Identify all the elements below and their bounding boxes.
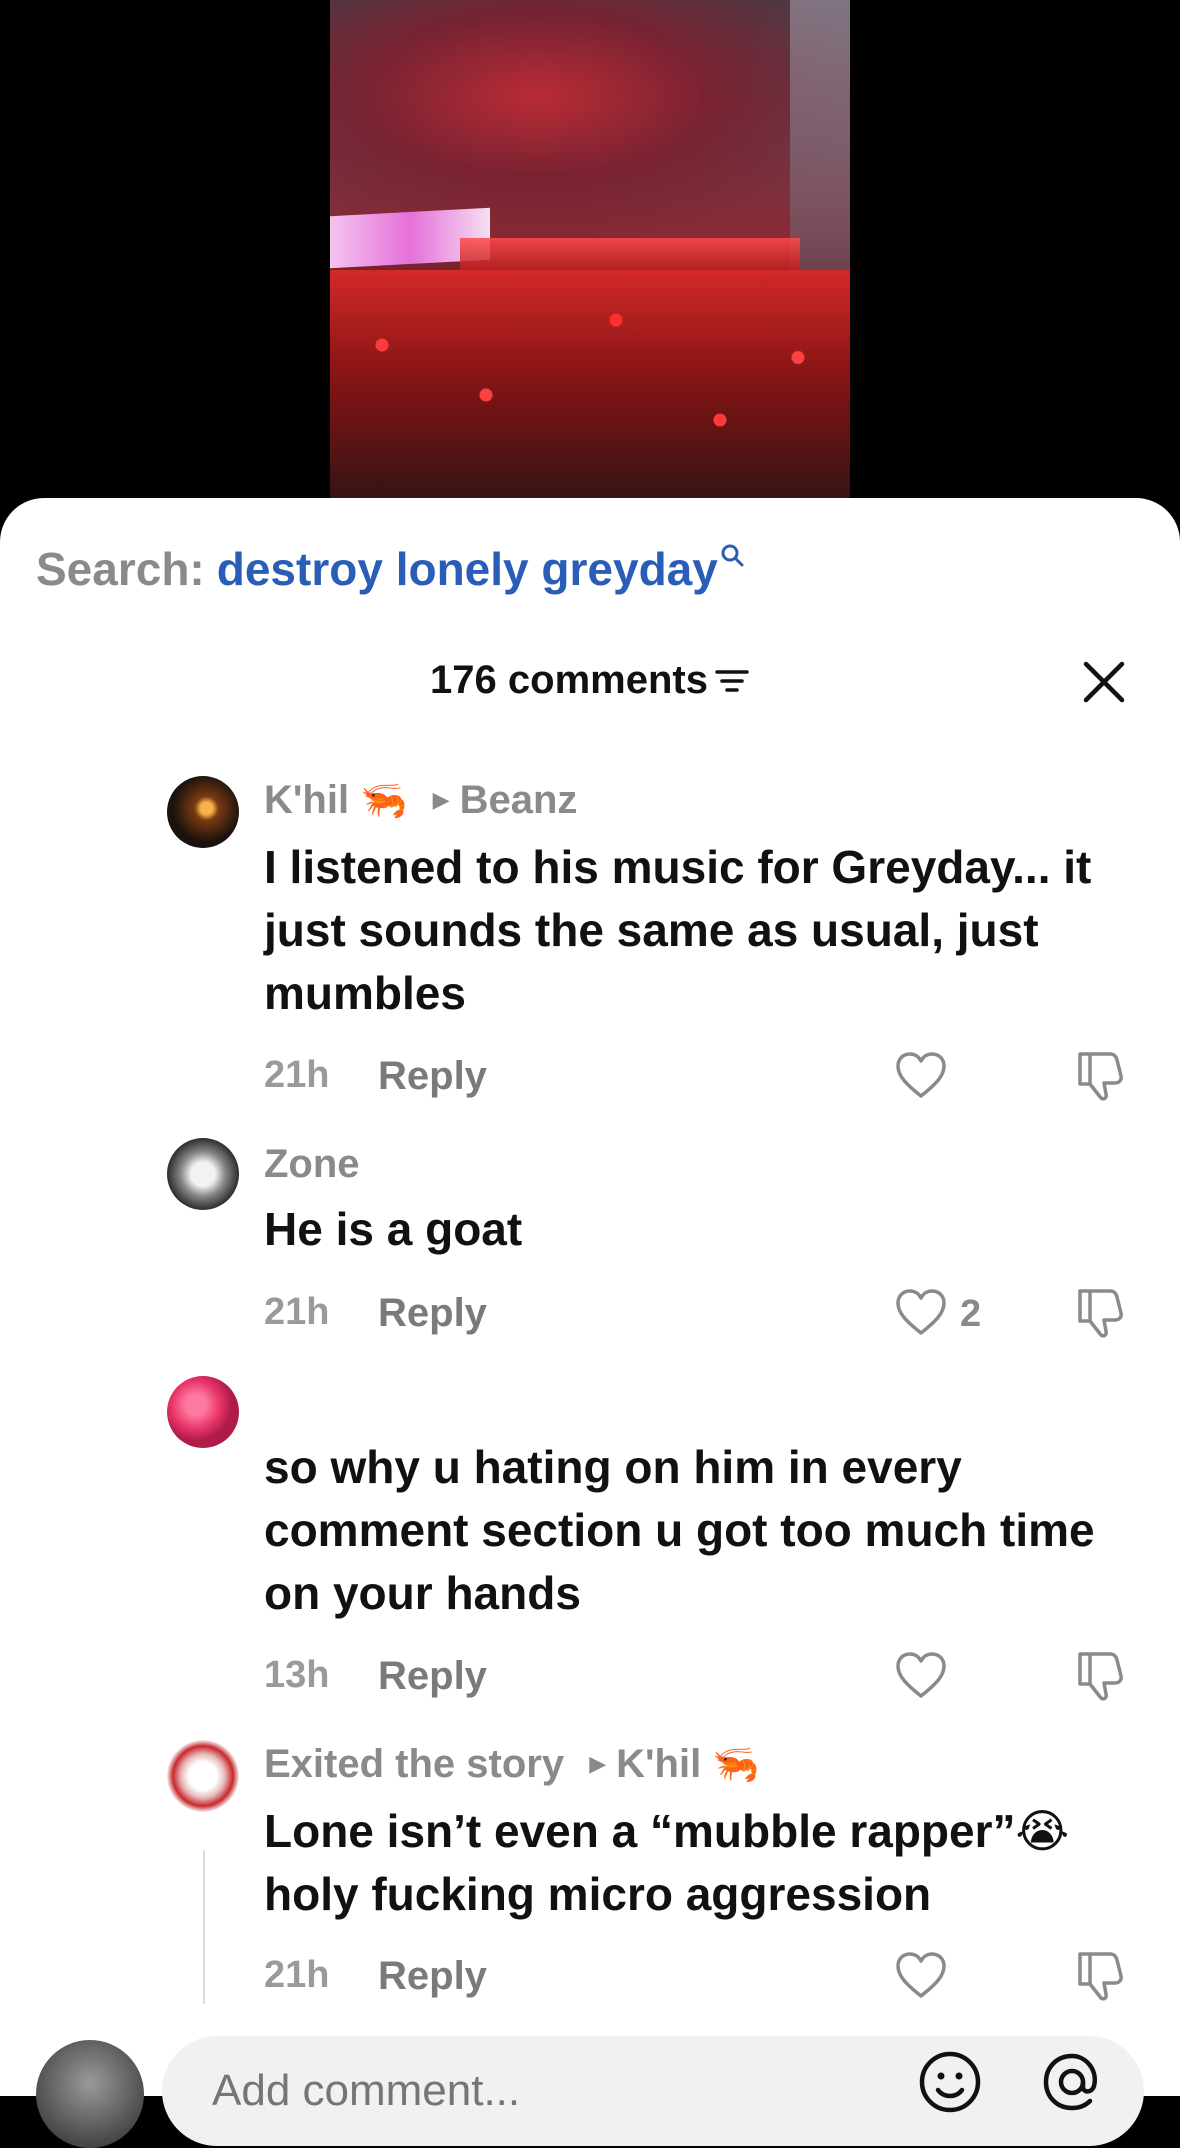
search-icon xyxy=(721,544,744,567)
heart-icon[interactable] xyxy=(894,1950,948,2000)
comment-text: so why u hating on him in every comment … xyxy=(264,1441,1095,1619)
comment-text: I listened to his music for Greyday... i… xyxy=(264,841,1092,1019)
comment-author[interactable]: Zone xyxy=(264,1142,360,1186)
search-prefix: Search: xyxy=(36,543,205,595)
reply-arrow-icon: ▶ xyxy=(432,787,450,812)
avatar[interactable] xyxy=(167,1740,239,1812)
comment-meta: K'hil 🦐 ▶ Beanz xyxy=(264,778,577,823)
related-search[interactable]: Search: destroy lonely greyday xyxy=(36,542,744,596)
comment-text: Lone isn’t even a “mubble rapper”😭 holy … xyxy=(264,1805,1070,1920)
stage-graphic xyxy=(460,238,800,274)
comment-actions: 21h Reply xyxy=(264,1052,1144,1104)
avatar[interactable] xyxy=(167,776,239,848)
comment-meta: Exited the story ▶ K'hil 🦐 xyxy=(264,1742,760,1787)
reply-to-emoji: 🦐 xyxy=(712,1744,760,1786)
comment-author[interactable]: K'hil xyxy=(264,778,349,822)
user-avatar[interactable] xyxy=(36,2040,144,2148)
comment-actions: 13h Reply xyxy=(264,1652,1144,1704)
reply-button[interactable]: Reply xyxy=(378,1954,487,1999)
avatar[interactable] xyxy=(167,1376,239,1448)
author-emoji: 🦐 xyxy=(360,780,408,822)
avatar[interactable] xyxy=(167,1138,239,1210)
reply-button[interactable]: Reply xyxy=(378,1654,487,1699)
reply-to-author[interactable]: Beanz xyxy=(460,778,578,822)
comment-time: 21h xyxy=(264,1054,330,1096)
heart-icon[interactable] xyxy=(894,1050,948,1100)
reply-button[interactable]: Reply xyxy=(378,1291,487,1336)
dislike-icon[interactable] xyxy=(1074,1948,1126,2002)
dislike-icon[interactable] xyxy=(1074,1285,1126,1339)
video-player[interactable] xyxy=(0,0,1180,520)
comment-meta: Zone xyxy=(264,1142,360,1187)
search-term-link[interactable]: destroy lonely greyday xyxy=(217,543,718,595)
comment-author[interactable]: Exited the story xyxy=(264,1742,564,1786)
comment-count: 176 comments xyxy=(430,658,708,702)
heart-icon[interactable] xyxy=(894,1287,948,1337)
comment-actions: 21h Reply xyxy=(264,1952,1144,2004)
close-icon[interactable] xyxy=(1082,660,1126,704)
video-frame[interactable] xyxy=(330,0,850,520)
filter-icon[interactable] xyxy=(714,666,750,696)
mention-icon[interactable] xyxy=(1040,2050,1104,2114)
comment-composer xyxy=(0,2030,1180,2148)
comment-time: 21h xyxy=(264,1954,330,1996)
comments-header: 176 comments xyxy=(0,658,1180,708)
comment-text: He is a goat xyxy=(264,1203,523,1255)
add-comment-input[interactable] xyxy=(162,2036,1144,2146)
reply-thread-line xyxy=(203,1850,205,2004)
reply-to-author[interactable]: K'hil xyxy=(616,1742,701,1786)
heart-icon[interactable] xyxy=(894,1650,948,1700)
comment-actions: 21h Reply 2 xyxy=(264,1289,1144,1341)
dislike-icon[interactable] xyxy=(1074,1648,1126,1702)
stage-backdrop xyxy=(330,0,850,240)
reply-arrow-icon: ▶ xyxy=(589,1751,607,1776)
dislike-icon[interactable] xyxy=(1074,1048,1126,1102)
crowd-graphic xyxy=(330,270,850,520)
reply-button[interactable]: Reply xyxy=(378,1054,487,1099)
emoji-icon[interactable] xyxy=(918,2050,982,2114)
comment-time: 21h xyxy=(264,1291,330,1333)
comment-time: 13h xyxy=(264,1654,330,1696)
like-count: 2 xyxy=(960,1293,982,1335)
